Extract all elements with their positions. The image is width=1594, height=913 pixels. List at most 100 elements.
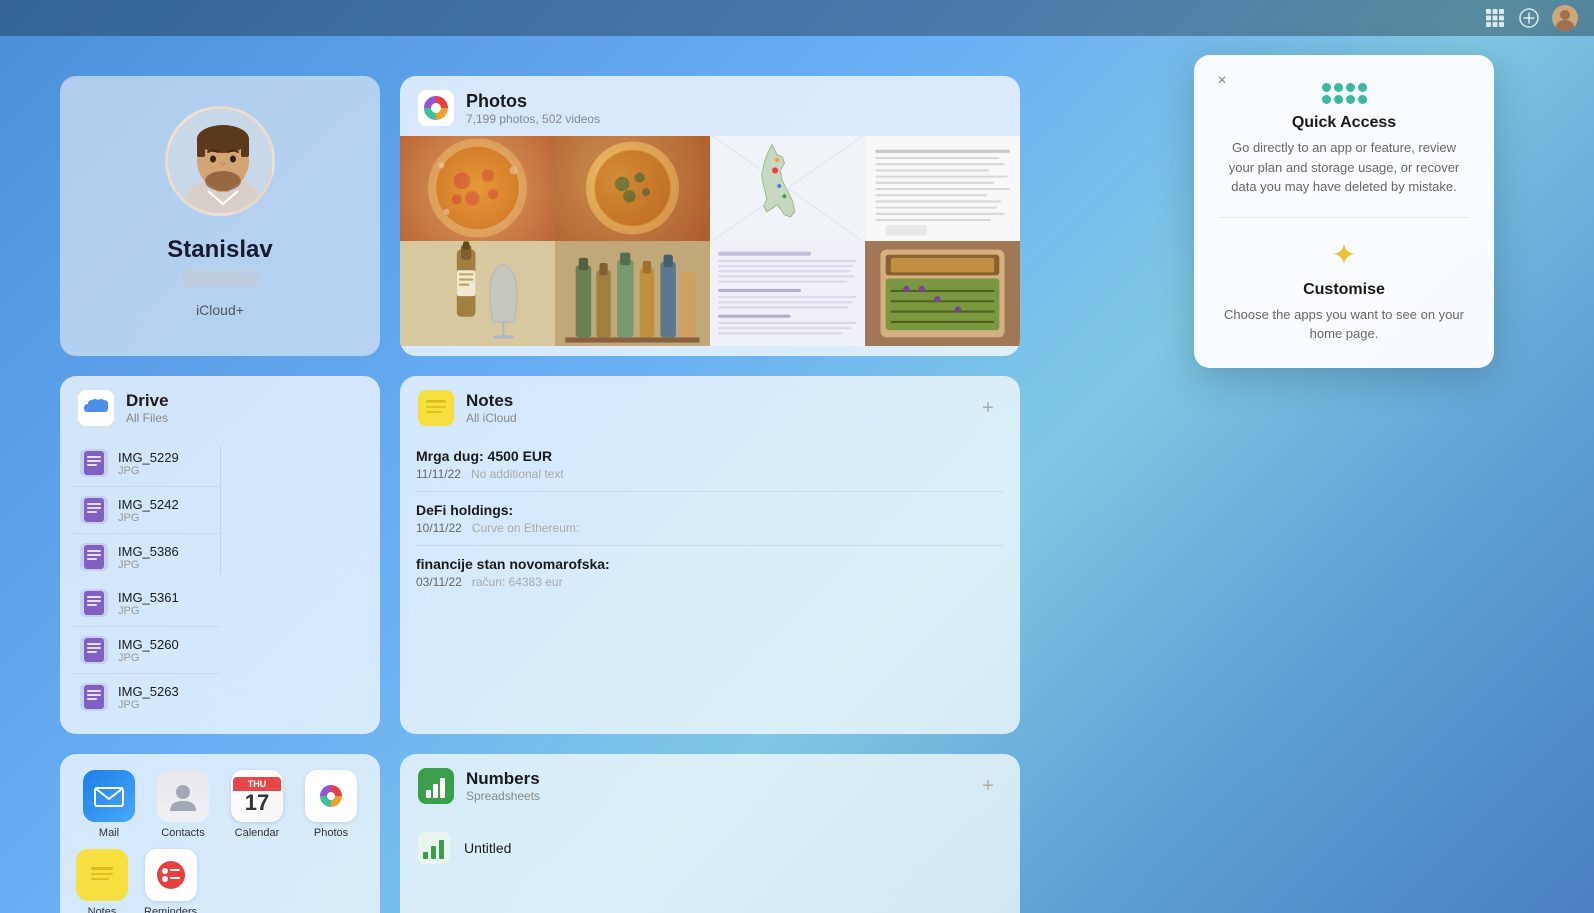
photos-card: Photos 7,199 photos, 502 videos — [400, 76, 1020, 356]
file-item[interactable]: IMG_5361 JPG — [72, 580, 220, 627]
file-name: IMG_5242 — [118, 497, 212, 512]
file-info: IMG_5361 JPG — [118, 590, 212, 617]
num-info: Untitled — [464, 840, 1004, 856]
photos-app-small-icon — [305, 770, 357, 822]
file-item[interactable]: IMG_5260 JPG — [72, 627, 220, 674]
drive-notes-container: Drive All Files — [60, 376, 1020, 734]
file-ext: JPG — [118, 605, 212, 617]
app-item-mail[interactable]: Mail — [76, 770, 142, 839]
photos-title-group: Photos 7,199 photos, 502 videos — [466, 91, 1002, 126]
photo-text2[interactable] — [710, 241, 865, 346]
drive-col-right: IMG_5361 JPG — [72, 580, 220, 720]
photo-wine[interactable] — [400, 241, 555, 346]
notes-add-button[interactable]: + — [974, 394, 1002, 422]
app-item-photos[interactable]: Photos — [298, 770, 364, 839]
avatar[interactable] — [1552, 5, 1578, 31]
profile-subscription-masked: •••••••••• — [181, 270, 259, 288]
app-item-notes[interactable]: Notes — [76, 849, 128, 913]
file-ext: JPG — [118, 559, 212, 571]
quick-access-description: Go directly to an app or feature, review… — [1218, 138, 1470, 197]
file-ext: JPG — [118, 652, 212, 664]
calendar-icon: THU 17 — [231, 770, 283, 822]
profile-card: Stanislav •••••••••• iCloud+ — [60, 76, 380, 356]
file-item[interactable]: IMG_5263 JPG — [72, 674, 220, 720]
file-name: IMG_5263 — [118, 684, 212, 699]
file-item[interactable]: IMG_5242 JPG — [72, 487, 220, 534]
app-item-contacts[interactable]: Contacts — [150, 770, 216, 839]
note-meta: 03/11/22 račun: 64383 eur — [416, 575, 1004, 589]
note-preview: No additional text — [471, 467, 564, 481]
top-bar — [0, 0, 1594, 36]
drive-title-group: Drive All Files — [126, 391, 362, 425]
profile-badge[interactable]: iCloud+ — [196, 302, 244, 318]
numbers-item[interactable]: Untitled — [416, 820, 1004, 876]
photos-title: Photos — [466, 91, 1002, 112]
file-info: IMG_5386 JPG — [118, 544, 212, 571]
numbers-icon — [418, 768, 454, 804]
note-date: 11/11/22 — [416, 467, 461, 481]
note-title: DeFi holdings: — [416, 502, 1004, 518]
file-item[interactable]: IMG_5386 JPG — [72, 534, 220, 580]
mail-icon — [83, 770, 135, 822]
customise-title: Customise — [1303, 281, 1385, 299]
apps-grid: Mail Contacts — [76, 770, 364, 839]
add-icon[interactable] — [1518, 7, 1540, 29]
file-icon — [80, 543, 108, 571]
note-meta: 11/11/22 No additional text — [416, 467, 1004, 481]
drive-col-divider — [220, 446, 221, 574]
note-preview: Curve on Ethereum: — [472, 521, 579, 535]
note-item[interactable]: DeFi holdings: 10/11/22 Curve on Ethereu… — [416, 492, 1004, 546]
drive-icon — [78, 390, 114, 426]
app-item-calendar[interactable]: THU 17 Calendar — [224, 770, 290, 839]
file-name: IMG_5361 — [118, 590, 212, 605]
quick-access-dots-icon — [1322, 83, 1367, 104]
photos-app-icon — [418, 90, 454, 126]
notes-icon — [418, 390, 454, 426]
numbers-add-button[interactable]: + — [974, 772, 1002, 800]
quick-access-section: Quick Access Go directly to an app or fe… — [1218, 75, 1470, 218]
note-item[interactable]: financije stan novomarofska: 03/11/22 ra… — [416, 546, 1004, 599]
file-icon — [80, 589, 108, 617]
numbers-content: Untitled — [400, 812, 1020, 890]
file-ext: JPG — [118, 465, 212, 477]
file-icon — [80, 449, 108, 477]
notes-small-icon — [76, 849, 128, 901]
file-info: IMG_5242 JPG — [118, 497, 212, 524]
app-label: Mail — [99, 827, 119, 839]
drive-card: Drive All Files — [60, 376, 380, 734]
grid-icon[interactable] — [1484, 7, 1506, 29]
photo-pizza1[interactable] — [400, 136, 555, 241]
drive-card-header: Drive All Files — [60, 376, 380, 434]
customise-icon: ✦ — [1331, 238, 1356, 273]
calendar-day-name: THU — [233, 777, 281, 791]
file-icon — [80, 496, 108, 524]
bottom-row: Mail Contacts — [60, 754, 1020, 913]
drive-col-left: IMG_5229 JPG — [72, 440, 220, 580]
numbers-subtitle: Spreadsheets — [466, 789, 962, 803]
photo-text1[interactable] — [865, 136, 1020, 241]
app-item-reminders[interactable]: Reminders — [144, 849, 197, 913]
quick-access-popup: × Quick Access Go directly to an app or … — [1194, 55, 1494, 368]
profile-name: Stanislav — [167, 236, 272, 264]
popup-close-button[interactable]: × — [1210, 69, 1234, 93]
notes-subtitle: All iCloud — [466, 411, 962, 425]
numbers-title: Numbers — [466, 769, 962, 789]
apps-row2: Notes Reminders — [76, 849, 364, 913]
photo-board[interactable] — [865, 241, 1020, 346]
photo-bottles[interactable] — [555, 241, 710, 346]
drive-files: IMG_5229 JPG — [60, 434, 380, 734]
note-item[interactable]: Mrga dug: 4500 EUR 11/11/22 No additiona… — [416, 438, 1004, 492]
notes-card: Notes All iCloud + Mrga dug: 4500 EUR 11… — [400, 376, 1020, 734]
note-meta: 10/11/22 Curve on Ethereum: — [416, 521, 1004, 535]
file-name: IMG_5386 — [118, 544, 212, 559]
notes-items: Mrga dug: 4500 EUR 11/11/22 No additiona… — [400, 434, 1020, 613]
file-icon — [80, 636, 108, 664]
file-item[interactable]: IMG_5229 JPG — [72, 440, 220, 487]
file-ext: JPG — [118, 699, 212, 711]
photo-map[interactable] — [710, 136, 865, 241]
note-preview: račun: 64383 eur — [472, 575, 563, 589]
profile-avatar — [165, 106, 275, 216]
file-info: IMG_5263 JPG — [118, 684, 212, 711]
app-label: Contacts — [161, 827, 204, 839]
photo-pizza2[interactable] — [555, 136, 710, 241]
